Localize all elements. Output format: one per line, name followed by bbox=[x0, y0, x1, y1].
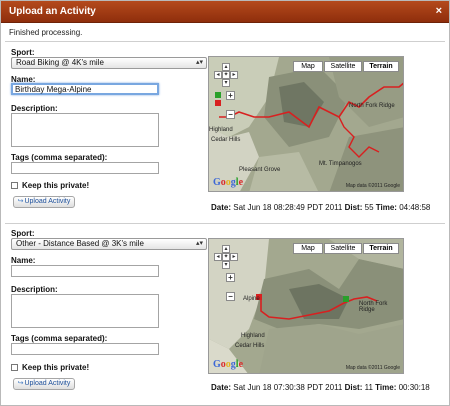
map-type-map-button[interactable]: Map bbox=[293, 243, 323, 254]
upload-activity-button[interactable]: ↪Upload Activity bbox=[13, 378, 75, 390]
pan-left-icon[interactable]: ◂ bbox=[214, 253, 222, 261]
zoom-out-icon[interactable]: − bbox=[226, 292, 235, 301]
map-label: Cedar Hills bbox=[235, 343, 265, 349]
private-label: Keep this private! bbox=[22, 181, 90, 190]
sport-select[interactable]: Road Biking @ 4K's mile ▴▾ bbox=[11, 57, 207, 69]
tags-input[interactable] bbox=[11, 162, 159, 174]
route-map[interactable]: Map Satellite Terrain ▴ ◂ ✦ ▸ ▾ + − Alpi… bbox=[208, 238, 404, 374]
time-value: 00:30:18 bbox=[398, 383, 430, 392]
upload-arrow-icon: ↪ bbox=[17, 198, 24, 205]
date-value: Sat Jun 18 08:28:49 PDT 2011 bbox=[233, 203, 343, 212]
map-type-satellite-button[interactable]: Satellite bbox=[324, 61, 362, 72]
divider bbox=[5, 223, 445, 224]
status-text: Finished processing. bbox=[9, 28, 83, 37]
map-label: Cedar Hills bbox=[211, 137, 241, 143]
map-label: Mt. Timpanogos bbox=[319, 161, 362, 167]
route-map[interactable]: Map Satellite Terrain ▴ ◂ ✦ ▸ ▾ + − High… bbox=[208, 56, 404, 192]
map-copyright: Map data ©2011 Google bbox=[345, 365, 400, 371]
sport-label: Sport: bbox=[11, 48, 35, 57]
sport-select[interactable]: Other - Distance Based @ 3K's mile ▴▾ bbox=[11, 238, 207, 250]
map-type-terrain-button[interactable]: Terrain bbox=[363, 243, 399, 254]
map-label: Highland bbox=[209, 127, 233, 133]
dist-value: 11 bbox=[364, 383, 373, 392]
private-checkbox[interactable] bbox=[11, 182, 18, 189]
map-label: Alpine bbox=[243, 296, 260, 302]
upload-arrow-icon: ↪ bbox=[17, 380, 24, 387]
tags-label: Tags (comma separated): bbox=[11, 153, 108, 162]
time-label: Time: bbox=[375, 383, 397, 392]
upload-button-label: Upload Activity bbox=[24, 198, 71, 205]
pan-left-icon[interactable]: ◂ bbox=[214, 71, 222, 79]
name-input[interactable] bbox=[11, 265, 159, 277]
pan-center-icon[interactable]: ✦ bbox=[222, 253, 230, 261]
zoom-in-icon[interactable]: + bbox=[226, 273, 235, 282]
pan-up-icon[interactable]: ▴ bbox=[222, 245, 230, 253]
google-logo: Google bbox=[213, 359, 244, 370]
tags-label: Tags (comma separated): bbox=[11, 334, 108, 343]
description-textarea[interactable] bbox=[11, 113, 159, 147]
map-label: North Fork Ridge bbox=[359, 301, 388, 313]
time-value: 04:48:58 bbox=[399, 203, 431, 212]
map-label: Highland bbox=[241, 333, 265, 339]
dist-value: 55 bbox=[364, 203, 374, 212]
private-row: Keep this private! bbox=[11, 181, 89, 190]
map-type-map-button[interactable]: Map bbox=[293, 61, 323, 72]
description-label: Description: bbox=[11, 285, 58, 294]
map-type-terrain-button[interactable]: Terrain bbox=[363, 61, 399, 72]
description-label: Description: bbox=[11, 104, 58, 113]
name-label: Name: bbox=[11, 256, 36, 265]
map-label: North Fork Ridge bbox=[349, 103, 395, 109]
tags-input[interactable] bbox=[11, 343, 159, 355]
pan-down-icon[interactable]: ▾ bbox=[222, 79, 230, 87]
upload-activity-dialog: Upload an Activity × Finished processing… bbox=[0, 0, 450, 406]
upload-button-label: Upload Activity bbox=[24, 380, 71, 387]
activity-section: Sport: Other - Distance Based @ 3K's mil… bbox=[1, 226, 449, 406]
close-icon[interactable]: × bbox=[436, 5, 442, 17]
dialog-title: Upload an Activity bbox=[9, 6, 96, 17]
private-row: Keep this private! bbox=[11, 363, 89, 372]
map-label: Pleasant Grove bbox=[239, 167, 281, 173]
pan-down-icon[interactable]: ▾ bbox=[222, 261, 230, 269]
dialog-titlebar: Upload an Activity × bbox=[1, 1, 449, 23]
pan-center-icon[interactable]: ✦ bbox=[222, 71, 230, 79]
activity-summary: Date: Sat Jun 18 07:30:38 PDT 2011 Dist:… bbox=[211, 383, 430, 392]
map-type-satellite-button[interactable]: Satellite bbox=[324, 243, 362, 254]
pan-up-icon[interactable]: ▴ bbox=[222, 63, 230, 71]
activity-section: Sport: Road Biking @ 4K's mile ▴▾ Name: … bbox=[1, 43, 449, 223]
date-label: Date: bbox=[211, 383, 232, 392]
upload-activity-button[interactable]: ↪Upload Activity bbox=[13, 196, 75, 208]
pan-right-icon[interactable]: ▸ bbox=[230, 71, 238, 79]
zoom-out-icon[interactable]: − bbox=[226, 110, 235, 119]
dist-label: Dist: bbox=[344, 383, 363, 392]
private-label: Keep this private! bbox=[22, 363, 90, 372]
chevron-updown-icon: ▴▾ bbox=[195, 59, 203, 66]
description-textarea[interactable] bbox=[11, 294, 159, 328]
divider bbox=[5, 41, 445, 42]
date-value: Sat Jun 18 07:30:38 PDT 2011 bbox=[233, 383, 343, 392]
private-checkbox[interactable] bbox=[11, 364, 18, 371]
sport-select-value: Other - Distance Based @ 3K's mile bbox=[16, 239, 144, 248]
google-logo: Google bbox=[213, 177, 244, 188]
zoom-in-icon[interactable]: + bbox=[226, 91, 235, 100]
dist-label: Dist: bbox=[344, 203, 363, 212]
map-copyright: Map data ©2011 Google bbox=[345, 183, 400, 189]
time-label: Time: bbox=[375, 203, 397, 212]
activity-summary: Date: Sat Jun 18 08:28:49 PDT 2011 Dist:… bbox=[211, 203, 430, 212]
date-label: Date: bbox=[211, 203, 232, 212]
pan-right-icon[interactable]: ▸ bbox=[230, 253, 238, 261]
name-input[interactable]: Birthday Mega-Alpine bbox=[11, 83, 159, 95]
sport-select-value: Road Biking @ 4K's mile bbox=[16, 58, 104, 67]
sport-label: Sport: bbox=[11, 229, 35, 238]
chevron-updown-icon: ▴▾ bbox=[195, 240, 203, 247]
